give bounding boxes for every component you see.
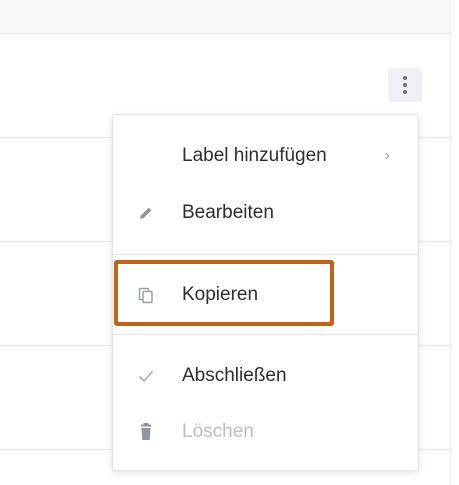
scrollbar-track[interactable] (450, 0, 459, 485)
menu-separator (113, 254, 418, 255)
menu-item-copy[interactable]: Kopieren (113, 267, 418, 323)
table-header-band (0, 0, 450, 34)
menu-item-label: Bearbeiten (182, 202, 274, 223)
more-vertical-icon (403, 76, 407, 80)
menu-item-label: Löschen (182, 421, 254, 442)
menu-item-complete[interactable]: Abschließen (113, 348, 418, 404)
more-vertical-icon-dot (403, 90, 407, 94)
menu-item-label: Label hinzufügen (182, 145, 327, 166)
menu-item-label: Abschließen (182, 365, 287, 386)
check-icon (137, 367, 155, 385)
pencil-icon (137, 204, 155, 222)
more-actions-button[interactable] (388, 68, 422, 102)
menu-item-edit[interactable]: Bearbeiten (113, 185, 418, 241)
menu-item-delete[interactable]: Löschen (113, 404, 418, 460)
page: Label hinzufügen › Bearbeiten Kopieren A… (0, 0, 459, 485)
more-vertical-icon-dot (403, 83, 407, 87)
menu-item-add-label[interactable]: Label hinzufügen › (113, 128, 418, 184)
menu-item-label: Kopieren (182, 284, 259, 305)
copy-icon (137, 286, 155, 304)
chevron-right-icon: › (384, 147, 390, 164)
trash-icon (137, 423, 155, 441)
menu-separator (113, 334, 418, 335)
context-menu: Label hinzufügen › Bearbeiten Kopieren A… (112, 114, 419, 471)
